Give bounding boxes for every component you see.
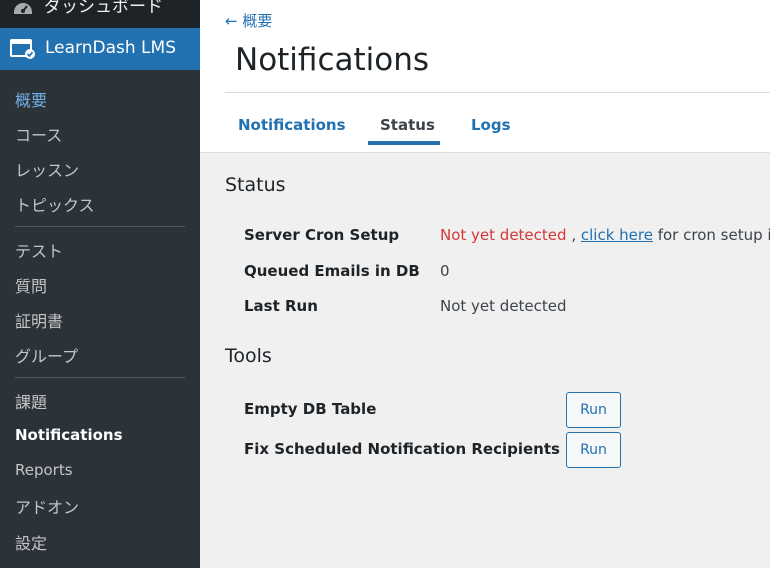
status-section-title: Status	[225, 174, 286, 196]
empty-db-label: Empty DB Table	[244, 400, 377, 418]
server-cron-value: Not yet detected , click here for cron s…	[440, 226, 770, 244]
sidebar-item-dashboard[interactable]: ダッシュボード	[0, 0, 200, 22]
queued-emails-label: Queued Emails in DB	[244, 262, 420, 280]
sidebar-item-notifications[interactable]: Notifications	[15, 426, 123, 444]
sidebar-separator	[15, 226, 185, 227]
empty-db-run-button[interactable]: Run	[566, 392, 621, 428]
tab-notifications[interactable]: Notifications	[238, 116, 346, 134]
sidebar-item-questions[interactable]: 質問	[15, 273, 47, 297]
sidebar-item-settings[interactable]: 設定	[15, 530, 47, 554]
page-title: Notifications	[235, 42, 430, 78]
sidebar-item-certificates[interactable]: 証明書	[15, 308, 63, 332]
last-run-label: Last Run	[244, 297, 318, 315]
back-to-overview-link[interactable]: ← 概要	[225, 10, 272, 31]
queued-emails-value: 0	[440, 262, 450, 280]
sidebar-item-addons[interactable]: アドオン	[15, 494, 79, 518]
fix-recipients-label: Fix Scheduled Notification Recipients	[244, 440, 560, 458]
sidebar-separator	[15, 377, 185, 378]
tools-section-title: Tools	[225, 345, 272, 367]
fix-recipients-run-button[interactable]: Run	[566, 432, 621, 468]
sidebar-item-assignments[interactable]: 課題	[15, 389, 47, 413]
admin-sidebar: ダッシュボード LearnDash LMS 概要 コース レッスン トピックス …	[0, 0, 200, 568]
header-divider	[225, 92, 770, 93]
tab-status[interactable]: Status	[380, 116, 435, 134]
sidebar-item-quizzes[interactable]: テスト	[15, 238, 63, 262]
server-cron-separator: ,	[566, 226, 581, 244]
tab-logs[interactable]: Logs	[471, 116, 511, 134]
sidebar-item-overview[interactable]: 概要	[15, 87, 47, 111]
sidebar-item-reports[interactable]: Reports	[15, 461, 73, 479]
sidebar-item-groups[interactable]: グループ	[15, 343, 78, 367]
server-cron-status: Not yet detected	[440, 226, 567, 244]
sidebar-item-topics[interactable]: トピックス	[15, 192, 95, 216]
sidebar-dashboard-label: ダッシュボード	[44, 0, 163, 17]
sidebar-item-learndash[interactable]: LearnDash LMS	[0, 28, 200, 70]
server-cron-suffix: for cron setup ins	[657, 226, 770, 244]
last-run-value: Not yet detected	[440, 297, 567, 315]
sidebar-item-courses[interactable]: コース	[15, 122, 62, 146]
gauge-icon	[14, 3, 32, 14]
server-cron-label: Server Cron Setup	[244, 226, 400, 244]
active-tab-indicator	[368, 141, 440, 145]
cron-setup-link[interactable]: click here	[581, 226, 653, 244]
sidebar-item-lessons[interactable]: レッスン	[15, 157, 79, 181]
sidebar-learndash-label: LearnDash LMS	[45, 38, 176, 58]
learndash-icon	[10, 39, 35, 59]
